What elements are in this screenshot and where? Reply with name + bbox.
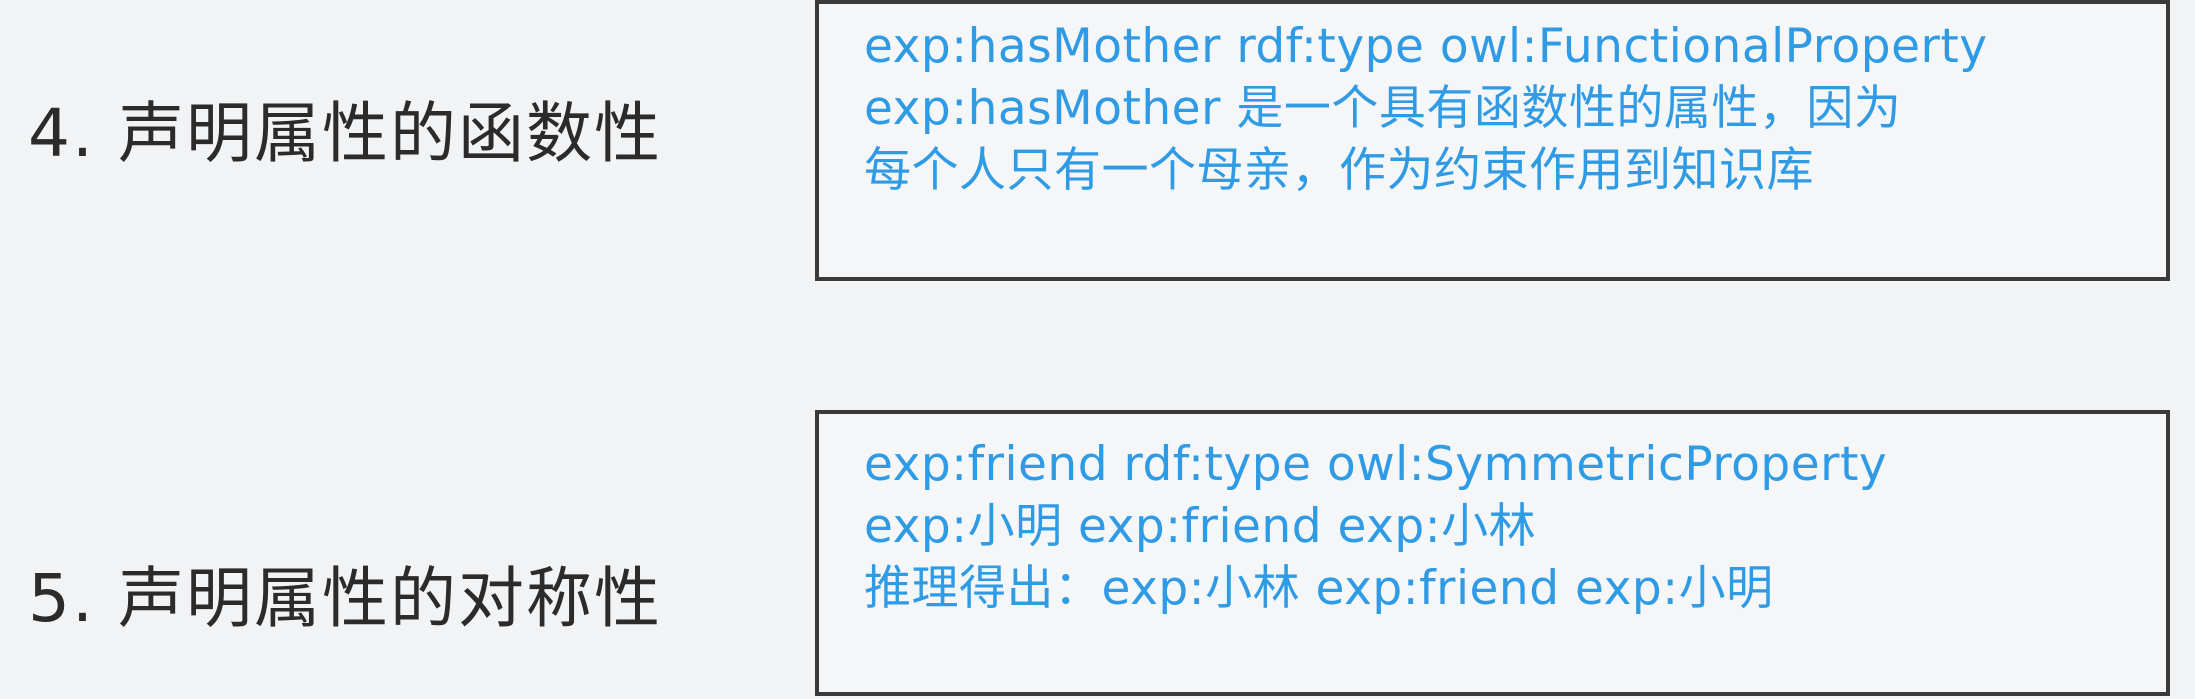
section-symmetric-property: 5. 声明属性的对称性 exp:friend rdf:type owl:Symm… [0, 405, 2195, 699]
example-line: 推理得出：exp:小林 exp:friend exp:小明 [864, 561, 1774, 616]
example-line: exp:friend rdf:type owl:SymmetricPropert… [864, 437, 1888, 492]
example-box: exp:hasMother rdf:type owl:FunctionalPro… [815, 0, 2170, 281]
section-heading: 4. 声明属性的函数性 [28, 95, 662, 172]
example-line: 每个人只有一个母亲，作为约束作用到知识库 [864, 143, 1814, 198]
example-line: exp:hasMother rdf:type owl:FunctionalPro… [864, 19, 1988, 74]
section-functional-property: 4. 声明属性的函数性 exp:hasMother rdf:type owl:F… [0, 0, 2195, 300]
example-box: exp:friend rdf:type owl:SymmetricPropert… [815, 410, 2170, 696]
section-heading: 5. 声明属性的对称性 [28, 560, 662, 637]
example-line: exp:hasMother 是一个具有函数性的属性，因为 [864, 81, 1902, 136]
example-line: exp:小明 exp:friend exp:小林 [864, 499, 1537, 554]
